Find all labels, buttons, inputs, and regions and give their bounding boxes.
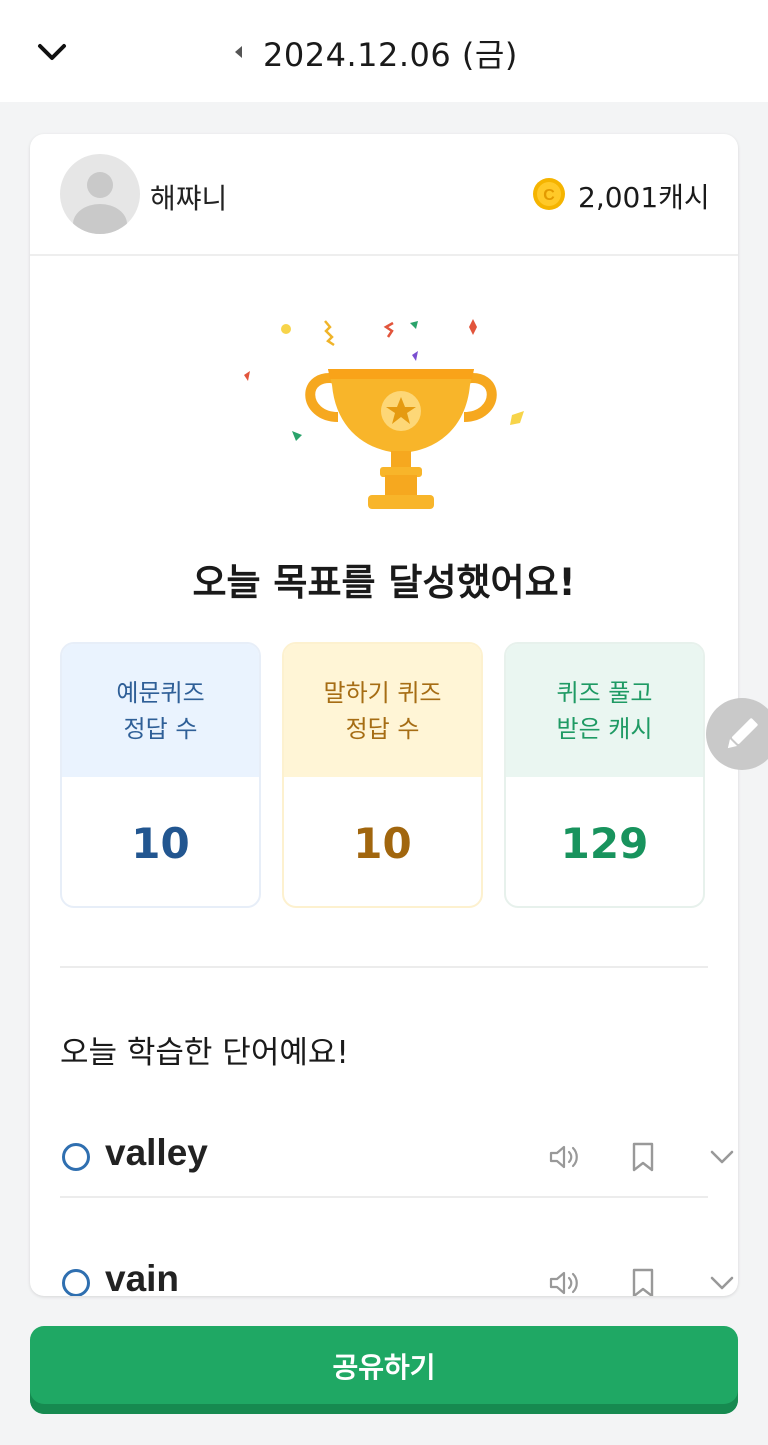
learned-words-title: 오늘 학습한 단어예요!	[60, 1035, 349, 1071]
circle-icon	[62, 1143, 90, 1171]
circle-icon	[62, 1269, 90, 1296]
stat-value: 10	[353, 819, 412, 868]
goal-achieved-title: 오늘 목표를 달성했어요!	[192, 561, 576, 604]
edit-button[interactable]	[706, 698, 768, 770]
coin-icon: C	[533, 178, 565, 210]
share-button[interactable]: 공유하기	[30, 1326, 738, 1414]
divider	[60, 966, 708, 968]
profile-header: 해쨔니 C 2,001캐시	[30, 134, 738, 256]
stat-label-line2: 정답 수	[123, 714, 198, 743]
trophy-icon	[244, 319, 524, 509]
stat-value: 10	[131, 819, 190, 868]
svg-text:C: C	[543, 187, 555, 204]
chevron-down-icon[interactable]	[36, 38, 68, 66]
stat-speaking-quiz: 말하기 퀴즈정답 수 10	[282, 642, 483, 908]
stat-label-line2: 받은 캐시	[556, 714, 653, 743]
word-row[interactable]: valley	[60, 1114, 734, 1198]
bookmark-icon[interactable]	[626, 1266, 660, 1296]
avatar	[60, 154, 140, 234]
pencil-icon	[727, 718, 758, 749]
word-row[interactable]: vain	[60, 1240, 734, 1296]
cash-balance: 2,001캐시	[578, 181, 710, 214]
speaker-icon[interactable]	[547, 1140, 581, 1174]
chevron-down-icon[interactable]	[705, 1266, 738, 1296]
stat-label: 말하기 퀴즈정답 수	[284, 644, 481, 777]
stat-label-line1: 말하기 퀴즈	[323, 678, 442, 707]
username: 해쨔니	[150, 182, 228, 215]
stat-label: 퀴즈 풀고받은 캐시	[506, 644, 703, 777]
stat-earned-cash: 퀴즈 풀고받은 캐시 129	[504, 642, 705, 908]
word-text: vain	[105, 1258, 180, 1296]
stat-label: 예문퀴즈정답 수	[62, 644, 259, 777]
stat-example-quiz: 예문퀴즈정답 수 10	[60, 642, 261, 908]
speaker-icon[interactable]	[547, 1266, 581, 1296]
word-text: valley	[105, 1132, 208, 1173]
user-icon	[73, 172, 127, 234]
result-card: 해쨔니 C 2,001캐시 오늘 목표를 달성했어요! 예문퀴즈 정답 수 10…	[30, 134, 738, 1296]
date-title: 2024.12.06 (금)	[263, 36, 518, 74]
bookmark-icon[interactable]	[626, 1140, 660, 1174]
stat-label-line2: 정답 수	[345, 714, 420, 743]
stat-value: 129	[560, 819, 649, 868]
previous-date-icon[interactable]	[232, 43, 244, 61]
stat-label-line1: 예문퀴즈	[116, 678, 205, 707]
chevron-down-icon[interactable]	[705, 1140, 738, 1174]
stat-label-line1: 퀴즈 풀고	[556, 678, 653, 707]
top-bar: 2024.12.06 (금)	[0, 0, 768, 102]
